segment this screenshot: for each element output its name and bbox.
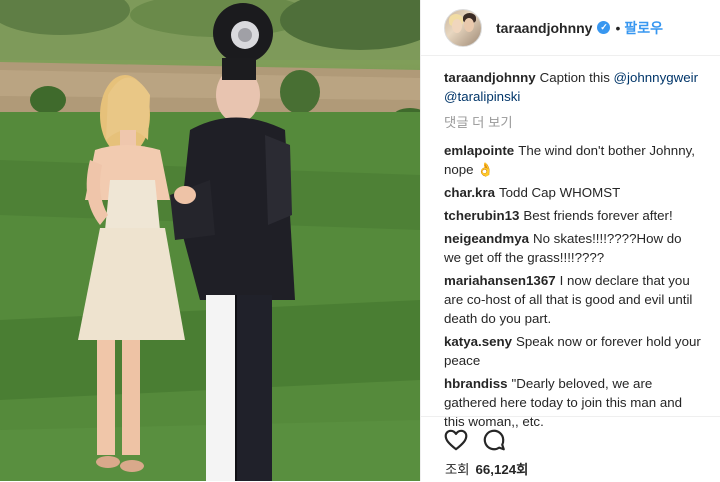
post-sidebar: taraandjohnny ✓ • 팔로우 taraandjohnny Capti… bbox=[420, 0, 720, 481]
view-count: 조회 66,124회 bbox=[421, 453, 720, 478]
heart-icon[interactable] bbox=[443, 427, 469, 453]
mention-link[interactable]: @johnnygweir bbox=[614, 70, 698, 85]
follow-button[interactable]: 팔로우 bbox=[624, 18, 663, 38]
views-label: 조회 bbox=[445, 462, 470, 477]
action-icons bbox=[421, 417, 720, 453]
separator-dot: • bbox=[615, 19, 621, 36]
comment-text: Best friends forever after! bbox=[523, 208, 673, 223]
comment-text: Todd Cap WHOMST bbox=[499, 185, 621, 200]
comment-username[interactable]: katya.seny bbox=[444, 334, 512, 349]
post-photo[interactable] bbox=[0, 0, 420, 481]
post-image bbox=[0, 0, 420, 481]
avatar-face-right bbox=[464, 17, 474, 32]
caption-username[interactable]: taraandjohnny bbox=[444, 70, 536, 85]
views-number: 66,124회 bbox=[475, 462, 529, 477]
comment-username[interactable]: char.kra bbox=[444, 185, 495, 200]
comments-section: taraandjohnny Caption this @johnnygweir @… bbox=[421, 56, 720, 431]
comment-username[interactable]: tcherubin13 bbox=[444, 208, 519, 223]
comment-item: mariahansen1367 I now declare that you ar… bbox=[444, 271, 701, 328]
avatar-face-left bbox=[452, 18, 462, 33]
comment-item: char.kra Todd Cap WHOMST bbox=[444, 183, 701, 202]
header-username[interactable]: taraandjohnny bbox=[496, 20, 592, 36]
load-more-comments-button[interactable]: 댓글 더 보기 bbox=[444, 113, 701, 132]
post-header: taraandjohnny ✓ • 팔로우 bbox=[421, 0, 720, 56]
comment-bubble-icon[interactable] bbox=[481, 427, 507, 453]
post-actions: 조회 66,124회 bbox=[421, 416, 720, 482]
comment-username[interactable]: hbrandiss bbox=[444, 376, 508, 391]
instagram-post: taraandjohnny ✓ • 팔로우 taraandjohnny Capti… bbox=[0, 0, 720, 481]
comment-username[interactable]: neigeandmya bbox=[444, 231, 529, 246]
comment-item: tcherubin13 Best friends forever after! bbox=[444, 206, 701, 225]
comment-item: neigeandmya No skates!!!!????How do we ge… bbox=[444, 229, 701, 267]
caption-text: Caption this bbox=[539, 70, 614, 85]
comment-item: katya.seny Speak now or forever hold your… bbox=[444, 332, 701, 370]
comment-username[interactable]: mariahansen1367 bbox=[444, 273, 556, 288]
user-avatar[interactable] bbox=[444, 8, 482, 47]
comment-username[interactable]: emlapointe bbox=[444, 143, 514, 158]
caption: taraandjohnny Caption this @johnnygweir @… bbox=[444, 68, 701, 106]
comment-item: emlapointe The wind don't bother Johnny, … bbox=[444, 141, 701, 179]
mention-link[interactable]: @taralipinski bbox=[444, 89, 520, 104]
verified-badge-icon: ✓ bbox=[597, 21, 611, 34]
